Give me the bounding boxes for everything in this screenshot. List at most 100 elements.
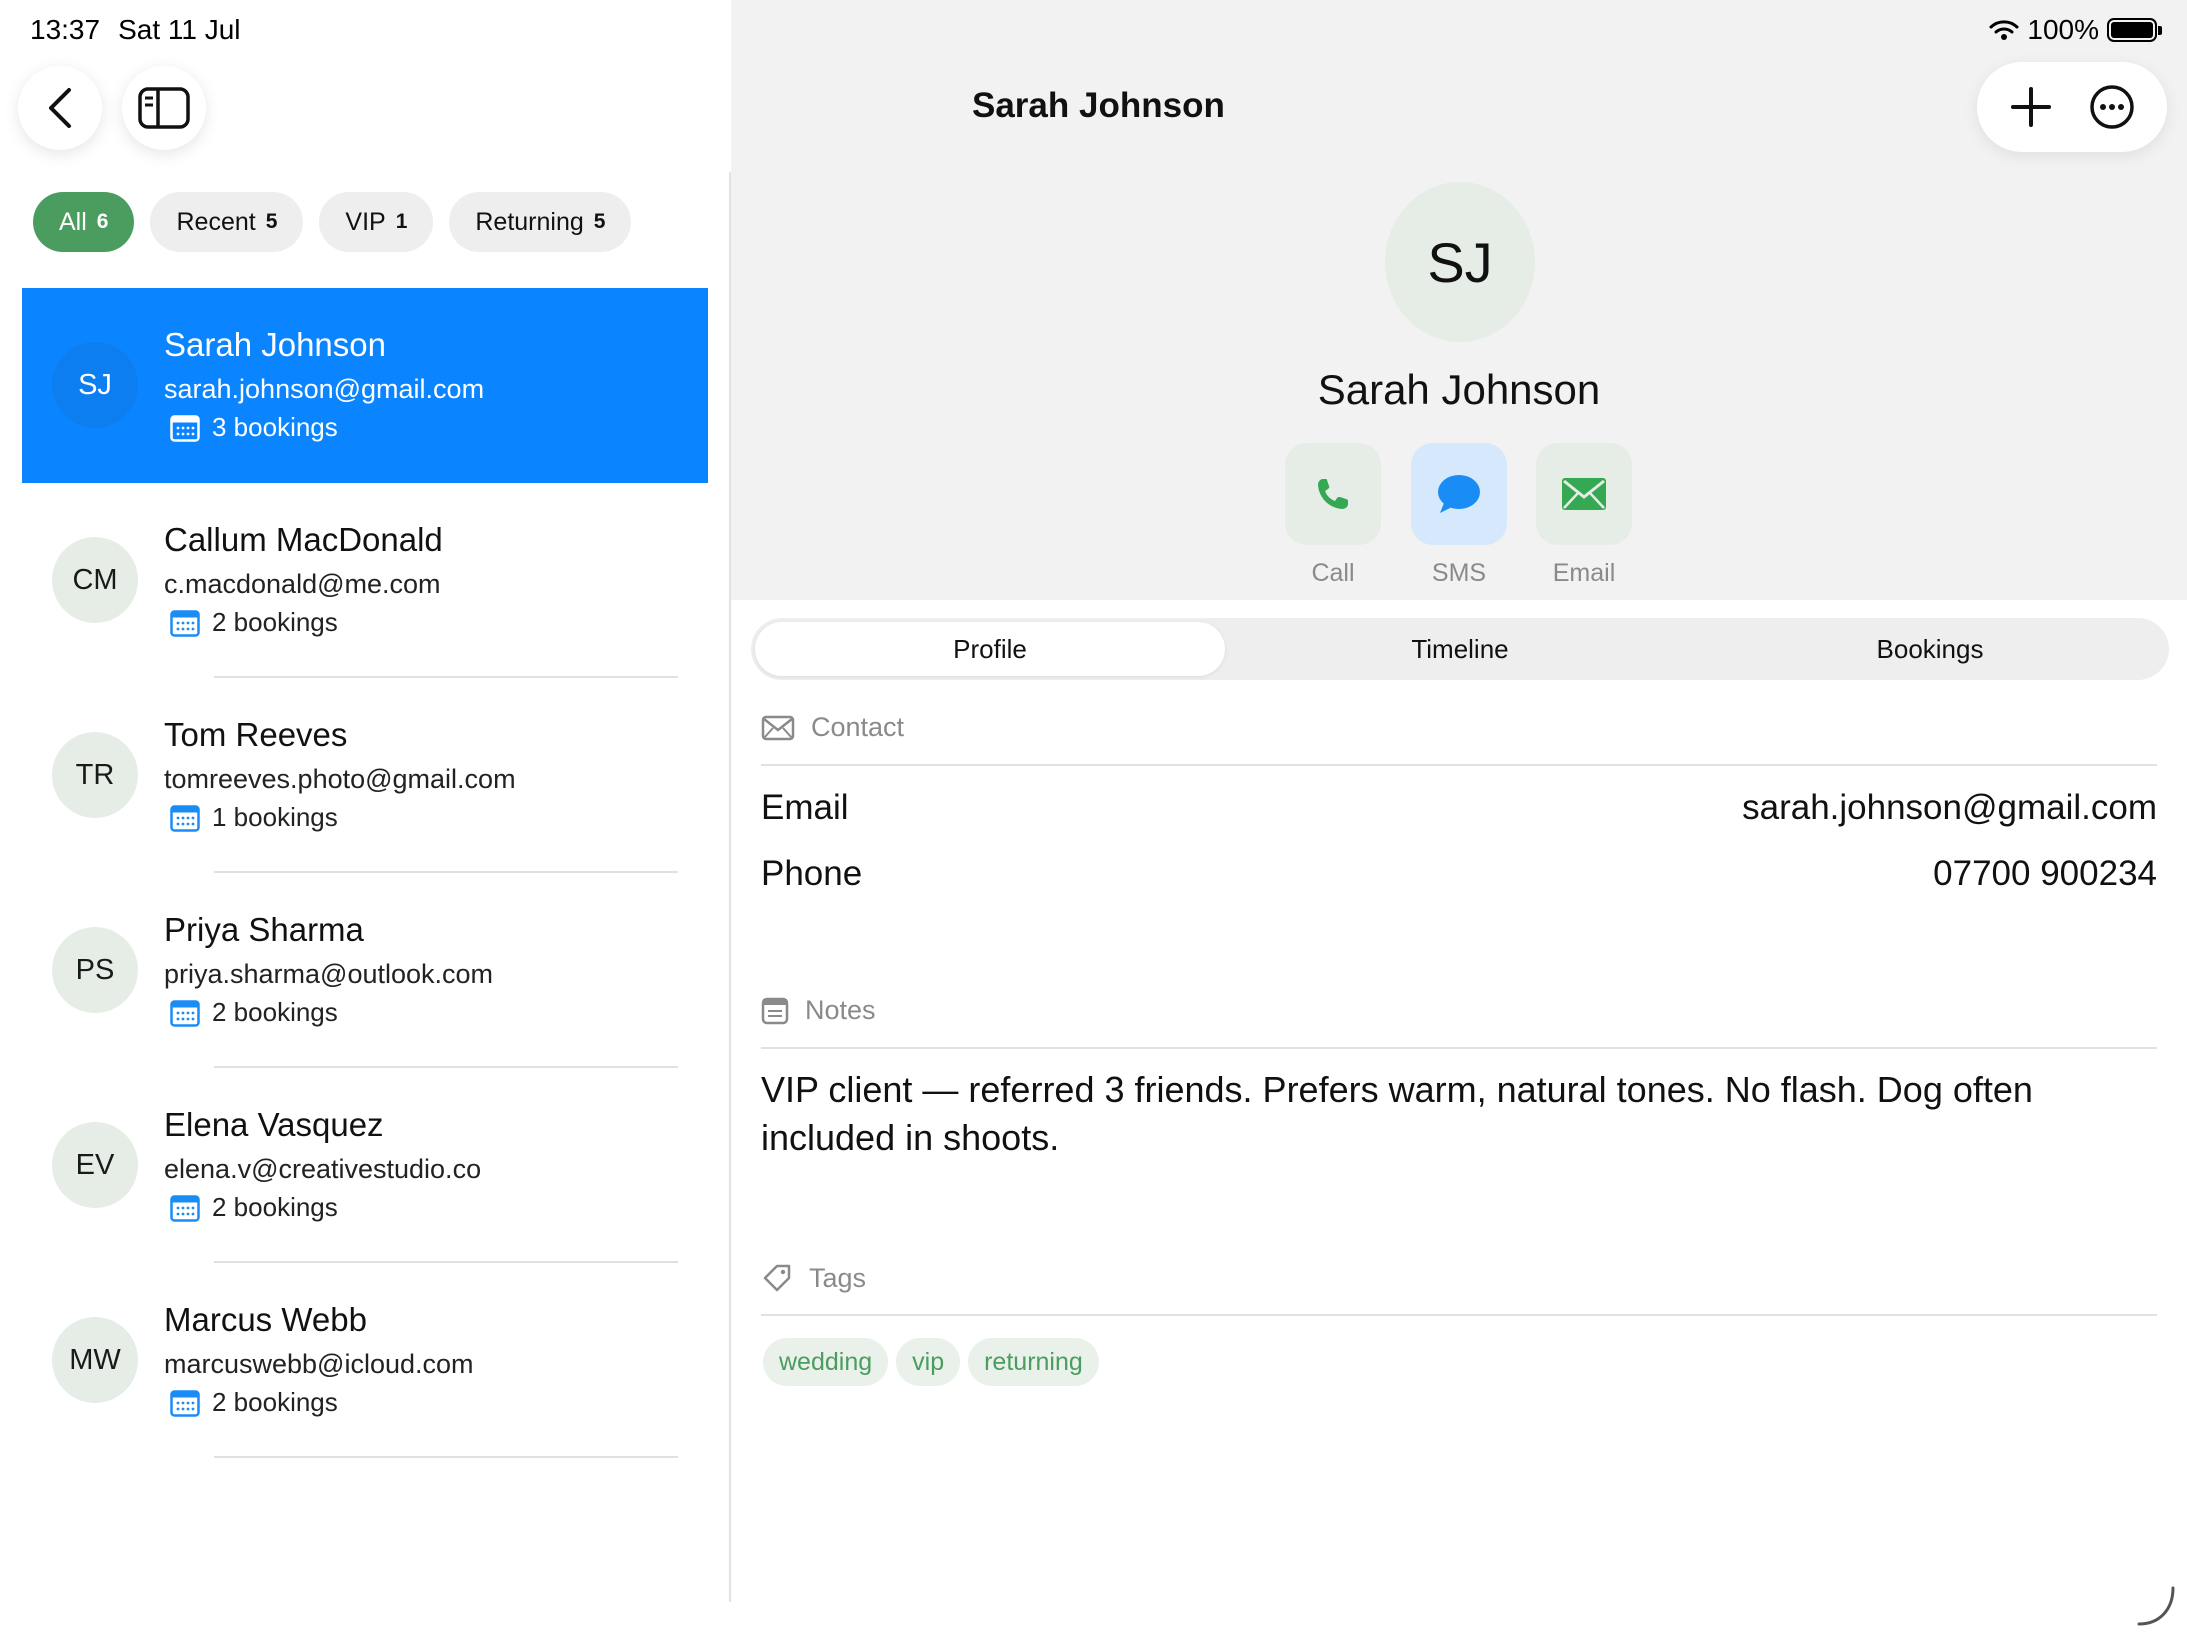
tag-chip[interactable]: vip: [896, 1338, 961, 1386]
filter-all[interactable]: All 6: [33, 192, 135, 252]
sidebar-toggle-button[interactable]: [122, 66, 206, 150]
bookings-count: 2 bookings: [212, 1192, 338, 1222]
tag-list: wedding vip returning: [763, 1338, 1099, 1386]
client-row-sarah-johnson[interactable]: SJ Sarah Johnson sarah.johnson@gmail.com…: [22, 288, 708, 483]
client-bookings: 2 bookings: [170, 1192, 338, 1223]
more-button[interactable]: [2088, 83, 2136, 131]
bookings-count: 2 bookings: [212, 1387, 338, 1417]
client-detail-pane: 100% Sarah Johnson SJ Sarah Johnson Call…: [731, 0, 2187, 1640]
client-email: sarah.johnson@gmail.com: [164, 374, 485, 404]
contact-section-header: Contact: [761, 712, 904, 743]
client-list-pane: 13:37 Sat 11 Jul All 6 Recent 5 VIP 1 Return…: [0, 0, 730, 1640]
client-bookings: 2 bookings: [170, 997, 338, 1028]
filter-count: 1: [395, 210, 408, 233]
avatar: EV: [52, 1122, 138, 1208]
battery-fill: [2111, 22, 2153, 38]
avatar: PS: [52, 927, 138, 1013]
email-button[interactable]: Email: [1536, 443, 1632, 588]
client-name: Tom Reeves: [164, 716, 348, 753]
email-row: Email sarah.johnson@gmail.com: [761, 788, 2157, 828]
bookings-count: 3 bookings: [212, 412, 338, 442]
status-date: Sat 11 Jul: [118, 14, 241, 45]
status-time: 13:37 Sat 11 Jul: [30, 14, 241, 46]
email-tile: [1536, 443, 1632, 545]
filter-recent[interactable]: Recent 5: [150, 192, 304, 252]
phone-row: Phone 07700 900234: [761, 854, 2157, 894]
status-indicators: 100%: [1989, 14, 2162, 46]
client-email: tomreeves.photo@gmail.com: [164, 764, 516, 794]
battery-percent: 100%: [2027, 14, 2099, 45]
tab-profile[interactable]: Profile: [755, 622, 1225, 676]
add-button[interactable]: [2009, 85, 2053, 129]
bookings-count: 2 bookings: [212, 607, 338, 637]
avatar: CM: [52, 537, 138, 623]
tags-section-header: Tags: [761, 1262, 866, 1294]
filter-count: 5: [593, 210, 606, 233]
phone-field-value[interactable]: 07700 900234: [1933, 854, 2157, 894]
bookings-count: 1 bookings: [212, 802, 338, 832]
filter-vip[interactable]: VIP 1: [319, 192, 434, 252]
client-name: Priya Sharma: [164, 911, 364, 948]
envelope-icon: [1562, 478, 1606, 510]
window-resize-handle-icon[interactable]: [2133, 1584, 2179, 1630]
filter-returning[interactable]: Returning 5: [449, 192, 632, 252]
page-title: Sarah Johnson: [972, 86, 1225, 125]
notes-icon: [761, 997, 789, 1024]
filter-count: 6: [96, 210, 109, 233]
email-label: Email: [1552, 559, 1616, 587]
client-list: SJ Sarah Johnson sarah.johnson@gmail.com…: [22, 288, 708, 1458]
plus-icon: [2010, 87, 2051, 127]
notes-heading: Notes: [805, 995, 876, 1025]
tags-heading: Tags: [809, 1262, 867, 1293]
client-row-callum-macdonald[interactable]: CM Callum MacDonald c.macdonald@me.com 2…: [22, 483, 708, 678]
client-email: priya.sharma@outlook.com: [164, 959, 494, 989]
avatar: MW: [52, 1317, 138, 1403]
sms-button[interactable]: SMS: [1411, 443, 1507, 588]
sms-label: SMS: [1431, 559, 1487, 587]
battery-icon: [2107, 18, 2162, 42]
client-name: Sarah Johnson: [164, 326, 386, 363]
email-field-label: Email: [761, 788, 849, 827]
client-email: marcuswebb@icloud.com: [164, 1349, 474, 1379]
filter-count: 5: [265, 210, 278, 233]
client-bookings: 1 bookings: [170, 802, 338, 833]
sidebar-icon: [138, 87, 190, 129]
tag-chip[interactable]: wedding: [763, 1338, 889, 1386]
client-bookings: 3 bookings: [170, 412, 338, 443]
tab-bookings[interactable]: Bookings: [1695, 622, 2165, 676]
avatar: SJ: [52, 342, 138, 428]
filter-label: VIP: [345, 207, 386, 236]
back-button[interactable]: [18, 66, 102, 150]
client-name: Callum MacDonald: [164, 521, 443, 558]
section-divider: [761, 1047, 2157, 1049]
client-bookings: 2 bookings: [170, 1387, 338, 1418]
sms-tile: [1411, 443, 1507, 545]
call-button[interactable]: Call: [1285, 443, 1381, 588]
tag-icon: [763, 1264, 791, 1292]
tab-timeline[interactable]: Timeline: [1225, 622, 1695, 676]
section-divider: [761, 764, 2157, 766]
client-email: elena.v@creativestudio.co: [164, 1154, 482, 1184]
avatar: TR: [52, 732, 138, 818]
email-field-value[interactable]: sarah.johnson@gmail.com: [1742, 788, 2157, 828]
client-row-tom-reeves[interactable]: TR Tom Reeves tomreeves.photo@gmail.com …: [22, 678, 708, 873]
calendar-icon: [170, 609, 200, 637]
phone-field-label: Phone: [761, 854, 863, 893]
filter-label: Recent: [176, 207, 256, 236]
status-clock: 13:37: [30, 14, 101, 45]
client-avatar-large: SJ: [1385, 182, 1535, 342]
client-row-priya-sharma[interactable]: PS Priya Sharma priya.sharma@outlook.com…: [22, 873, 708, 1068]
ellipsis-circle-icon: [2089, 85, 2134, 129]
envelope-outline-icon: [761, 715, 795, 740]
detail-tabs: Profile Timeline Bookings: [751, 618, 2169, 680]
call-label: Call: [1311, 559, 1355, 587]
phone-icon: [1318, 479, 1348, 509]
filter-label: Returning: [475, 207, 584, 236]
bookings-count: 2 bookings: [212, 997, 338, 1027]
client-row-elena-vasquez[interactable]: EV Elena Vasquez elena.v@creativestudio.…: [22, 1068, 708, 1263]
filter-chips: All 6 Recent 5 VIP 1 Returning 5: [33, 192, 632, 252]
calendar-icon: [170, 1194, 200, 1222]
client-name: Marcus Webb: [164, 1301, 367, 1338]
tag-chip[interactable]: returning: [968, 1338, 1099, 1386]
client-row-marcus-webb[interactable]: MW Marcus Webb marcuswebb@icloud.com 2 b…: [22, 1263, 708, 1458]
